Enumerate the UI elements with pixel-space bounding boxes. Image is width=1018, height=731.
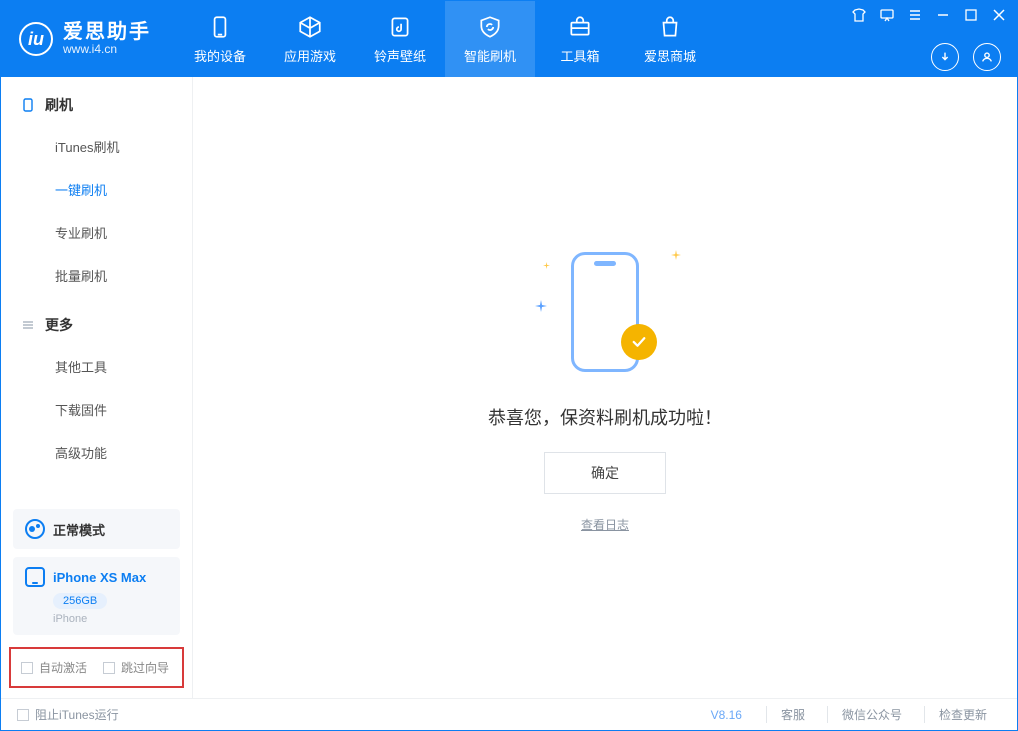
checkbox-icon (17, 709, 29, 721)
close-icon[interactable] (991, 7, 1007, 23)
tab-apps-games[interactable]: 应用游戏 (265, 1, 355, 77)
feedback-icon[interactable] (879, 7, 895, 23)
sidebar-item-oneclick[interactable]: 一键刷机 (1, 168, 192, 211)
checkbox-icon (21, 662, 33, 674)
sidebar-item-other[interactable]: 其他工具 (1, 345, 192, 388)
tab-label: 爱思商城 (644, 46, 696, 65)
check-label: 跳过向导 (121, 659, 169, 676)
footer-link-wechat[interactable]: 微信公众号 (827, 706, 916, 723)
sidebar-item-pro[interactable]: 专业刷机 (1, 211, 192, 254)
device-name: iPhone XS Max (53, 570, 146, 585)
tab-label: 工具箱 (560, 46, 599, 65)
maximize-icon[interactable] (963, 7, 979, 23)
tab-my-devices[interactable]: 我的设备 (175, 1, 265, 77)
success-message: 恭喜您，保资料刷机成功啦！ (488, 404, 722, 430)
main-tabs: 我的设备 应用游戏 铃声壁纸 智能刷机 工具箱 爱思商城 (175, 1, 715, 77)
check-skip-wizard[interactable]: 跳过向导 (103, 659, 169, 676)
logo-text: 爱思助手 www.i4.cn (63, 21, 151, 56)
device-cards: 正常模式 iPhone XS Max 256GB iPhone (1, 509, 192, 649)
user-icon[interactable] (973, 43, 1001, 71)
sidebar-item-advanced[interactable]: 高级功能 (1, 431, 192, 474)
checkbox-icon (103, 662, 115, 674)
download-icon[interactable] (931, 43, 959, 71)
sidebar-item-itunes[interactable]: iTunes刷机 (1, 125, 192, 168)
spacer (1, 474, 192, 509)
footer: 阻止iTunes运行 V8.16 客服 微信公众号 检查更新 (1, 698, 1017, 730)
cube-icon (297, 14, 323, 40)
device-card[interactable]: iPhone XS Max 256GB iPhone (13, 557, 180, 635)
section-label: 刷机 (45, 95, 73, 115)
logo-icon: iu (19, 22, 53, 56)
check-badge-icon (621, 324, 657, 360)
mode-label: 正常模式 (53, 520, 105, 539)
sparkle-icon (543, 262, 550, 269)
sidebar-item-download[interactable]: 下载固件 (1, 388, 192, 431)
section-label: 更多 (45, 315, 73, 335)
check-label: 自动激活 (39, 659, 87, 676)
mode-icon (25, 519, 45, 539)
success-illustration (525, 242, 685, 382)
shield-refresh-icon (477, 14, 503, 40)
device-capacity: 256GB (53, 593, 107, 609)
ok-button[interactable]: 确定 (544, 452, 666, 494)
view-log-link[interactable]: 查看日志 (581, 516, 629, 533)
bag-icon (657, 14, 683, 40)
app-url: www.i4.cn (63, 43, 151, 56)
music-note-icon (387, 14, 413, 40)
sidebar: 刷机 iTunes刷机 一键刷机 专业刷机 批量刷机 更多 其他工具 下载固件 … (1, 77, 193, 698)
header-actions (931, 43, 1007, 71)
sidebar-section-flash: 刷机 (1, 77, 192, 125)
sparkle-icon (535, 300, 547, 312)
check-block-itunes[interactable]: 阻止iTunes运行 (17, 706, 119, 723)
phone-icon (207, 14, 233, 40)
body: 刷机 iTunes刷机 一键刷机 专业刷机 批量刷机 更多 其他工具 下载固件 … (1, 77, 1017, 698)
device-header: iPhone XS Max (25, 567, 168, 587)
sidebar-section-more: 更多 (1, 297, 192, 345)
app-name: 爱思助手 (63, 21, 151, 43)
footer-link-update[interactable]: 检查更新 (924, 706, 1001, 723)
version-label: V8.16 (711, 708, 742, 722)
footer-link-support[interactable]: 客服 (766, 706, 819, 723)
tab-smart-flash[interactable]: 智能刷机 (445, 1, 535, 77)
check-auto-activate[interactable]: 自动激活 (21, 659, 87, 676)
device-icon (21, 98, 35, 112)
header: iu 爱思助手 www.i4.cn 我的设备 应用游戏 铃声壁纸 智能刷机 工具… (1, 1, 1017, 77)
tab-label: 铃声壁纸 (374, 46, 426, 65)
window-controls (851, 7, 1007, 23)
highlighted-checks: 自动激活 跳过向导 (9, 647, 184, 688)
tab-label: 我的设备 (194, 46, 246, 65)
sparkle-icon (671, 250, 681, 260)
toolbox-icon (567, 14, 593, 40)
tab-ringtones[interactable]: 铃声壁纸 (355, 1, 445, 77)
check-label: 阻止iTunes运行 (35, 706, 119, 723)
tab-toolbox[interactable]: 工具箱 (535, 1, 625, 77)
mode-card[interactable]: 正常模式 (13, 509, 180, 549)
phone-icon (25, 567, 45, 587)
shirt-icon[interactable] (851, 7, 867, 23)
main-content: 恭喜您，保资料刷机成功啦！ 确定 查看日志 (193, 77, 1017, 698)
sidebar-item-batch[interactable]: 批量刷机 (1, 254, 192, 297)
tab-label: 应用游戏 (284, 46, 336, 65)
header-right (841, 1, 1017, 77)
hamburger-icon (21, 318, 35, 332)
device-type: iPhone (53, 613, 168, 625)
menu-icon[interactable] (907, 7, 923, 23)
minimize-icon[interactable] (935, 7, 951, 23)
tab-store[interactable]: 爱思商城 (625, 1, 715, 77)
logo-area: iu 爱思助手 www.i4.cn (1, 1, 169, 77)
tab-label: 智能刷机 (464, 46, 516, 65)
